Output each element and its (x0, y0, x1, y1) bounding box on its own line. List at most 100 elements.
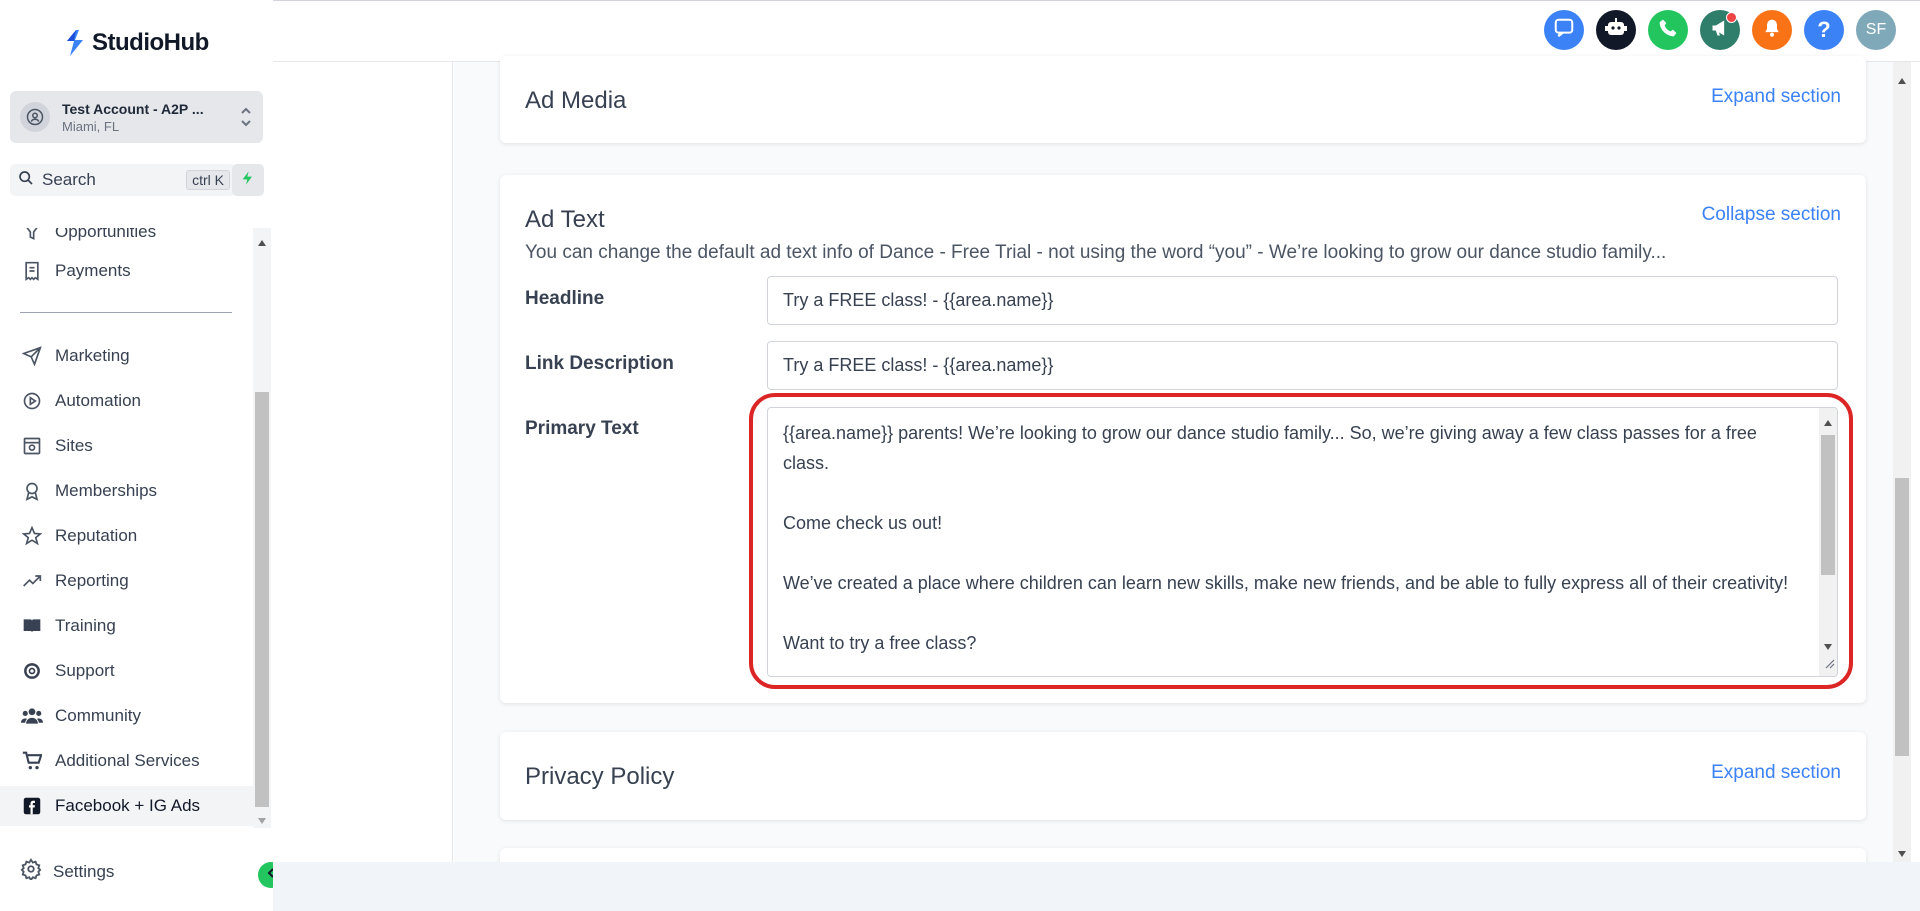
award-icon (20, 479, 44, 503)
sidebar-item-label: Memberships (55, 481, 158, 500)
location-icon (20, 102, 50, 132)
sidebar-item-label: Facebook + IG Ads (55, 796, 201, 815)
robot-icon (1604, 16, 1628, 45)
automation-icon (20, 389, 44, 413)
scroll-down-icon[interactable] (1897, 845, 1907, 863)
search-shortcut: ctrl K (186, 170, 230, 190)
phone-button[interactable] (1648, 10, 1688, 50)
section-title: Ad Media (525, 87, 627, 114)
ad-text-section: Ad Text Collapse section You can change … (500, 175, 1866, 703)
sidebar-item-label: Automation (55, 391, 141, 410)
left-pane (273, 62, 453, 862)
primary-text-textarea[interactable]: {{area.name}} parents! We’re looking to … (767, 407, 1838, 677)
scroll-down-icon[interactable] (257, 812, 267, 830)
sidebar-item-payments[interactable]: Payments (0, 251, 253, 291)
users-icon (20, 704, 44, 728)
section-title: Ad Text (525, 206, 605, 233)
link-description-input[interactable]: Try a FREE class! - {{area.name}} (767, 341, 1838, 390)
search-input[interactable]: Search ctrl K (10, 164, 236, 196)
sidebar-item-reporting[interactable]: Reporting (0, 561, 253, 601)
section-description: You can change the default ad text info … (525, 242, 1667, 263)
expand-section-link[interactable]: Expand section (1711, 762, 1841, 784)
privacy-policy-section: Privacy Policy Expand section (500, 732, 1866, 820)
headline-value: Try a FREE class! - {{area.name}} (783, 290, 1054, 310)
chat-button[interactable] (1544, 10, 1584, 50)
headline-input[interactable]: Try a FREE class! - {{area.name}} (767, 276, 1838, 325)
sidebar-item-support[interactable]: Support (0, 651, 253, 691)
notifications-button[interactable] (1752, 10, 1792, 50)
book-icon (20, 614, 44, 638)
content-area: Ad Media Expand section Ad Text Collapse… (454, 56, 1902, 878)
nav-divider (20, 312, 232, 313)
phone-icon (1658, 18, 1678, 43)
headline-label: Headline (525, 288, 605, 309)
resize-handle-icon[interactable] (1823, 656, 1835, 674)
search-icon (18, 170, 34, 191)
sidebar-item-label: Community (55, 706, 141, 725)
ai-bot-button[interactable] (1596, 10, 1636, 50)
link-description-value: Try a FREE class! - {{area.name}} (783, 355, 1054, 375)
scroll-up-icon[interactable] (1897, 72, 1907, 90)
bolt-icon (240, 169, 256, 192)
funnel-icon (20, 228, 44, 244)
sidebar-item-sites[interactable]: Sites (0, 426, 253, 466)
sidebar-scroll-thumb[interactable] (255, 392, 269, 807)
logo-icon (64, 28, 86, 58)
textarea-scroll-thumb[interactable] (1821, 435, 1835, 575)
bell-icon (1762, 18, 1782, 43)
user-avatar[interactable]: SF (1856, 10, 1896, 50)
sidebar-item-training[interactable]: Training (0, 606, 253, 646)
main-area: Ad Media Expand section Ad Text Collapse… (273, 56, 1920, 878)
sidebar-item-facebook-ads[interactable]: Facebook + IG Ads (0, 786, 253, 826)
question-icon: ? (1817, 17, 1831, 42)
scroll-up-icon[interactable] (1823, 414, 1833, 432)
sidebar-item-automation[interactable]: Automation (0, 381, 253, 421)
settings-label: Settings (53, 861, 115, 881)
expand-section-link[interactable]: Expand section (1711, 86, 1841, 108)
cart-icon (20, 749, 44, 773)
sidebar: StudioHub Test Account - A2P ... Miami, … (0, 0, 273, 911)
notification-dot (1726, 12, 1737, 23)
sidebar-item-memberships[interactable]: Memberships (0, 471, 253, 511)
sidebar-item-reputation[interactable]: Reputation (0, 516, 253, 556)
ad-media-section: Ad Media Expand section (500, 56, 1866, 143)
scroll-down-icon[interactable] (1823, 638, 1833, 656)
sidebar-item-additional-services[interactable]: Additional Services (0, 741, 253, 781)
app-name: StudioHub (92, 29, 209, 56)
account-location: Miami, FL (62, 118, 120, 134)
primary-text-label: Primary Text (525, 418, 639, 439)
page-scroll-thumb[interactable] (1895, 478, 1909, 756)
logo[interactable]: StudioHub (64, 28, 209, 58)
sidebar-item-label: Training (55, 616, 116, 635)
star-icon (20, 524, 44, 548)
receipt-icon (20, 259, 44, 283)
sidebar-item-marketing[interactable]: Marketing (0, 336, 253, 376)
search-label: Search (42, 170, 96, 189)
sidebar-item-opportunities[interactable]: Opportunities (0, 228, 253, 252)
announcements-button[interactable] (1700, 10, 1740, 50)
sidebar-item-label: Additional Services (55, 751, 200, 770)
sidebar-nav: Opportunities Payments Marketing Automat… (0, 228, 253, 828)
facebook-icon (20, 794, 44, 818)
help-button[interactable]: ? (1804, 10, 1844, 50)
account-name: Test Account - A2P ... (62, 100, 204, 117)
sidebar-item-label: Marketing (55, 346, 130, 365)
section-title: Privacy Policy (525, 763, 675, 790)
chat-icon (1553, 17, 1575, 44)
account-switcher[interactable]: Test Account - A2P ... Miami, FL (10, 91, 263, 143)
sidebar-item-settings[interactable]: Settings (20, 858, 114, 885)
collapse-section-link[interactable]: Collapse section (1702, 204, 1841, 226)
user-initials: SF (1865, 21, 1887, 38)
scroll-up-icon[interactable] (257, 234, 267, 252)
trend-icon (20, 569, 44, 593)
send-icon (20, 344, 44, 368)
sidebar-item-label: Sites (55, 436, 93, 455)
sidebar-item-community[interactable]: Community (0, 696, 253, 736)
sidebar-item-label: Reporting (55, 571, 129, 590)
sidebar-item-label: Reputation (55, 526, 138, 545)
chevron-updown-icon (239, 104, 253, 135)
sidebar-item-label: Opportunities (55, 228, 157, 241)
quick-actions-button[interactable] (232, 164, 264, 196)
primary-text-value: {{area.name}} parents! We’re looking to … (783, 423, 1789, 653)
lifebuoy-icon (20, 659, 44, 683)
